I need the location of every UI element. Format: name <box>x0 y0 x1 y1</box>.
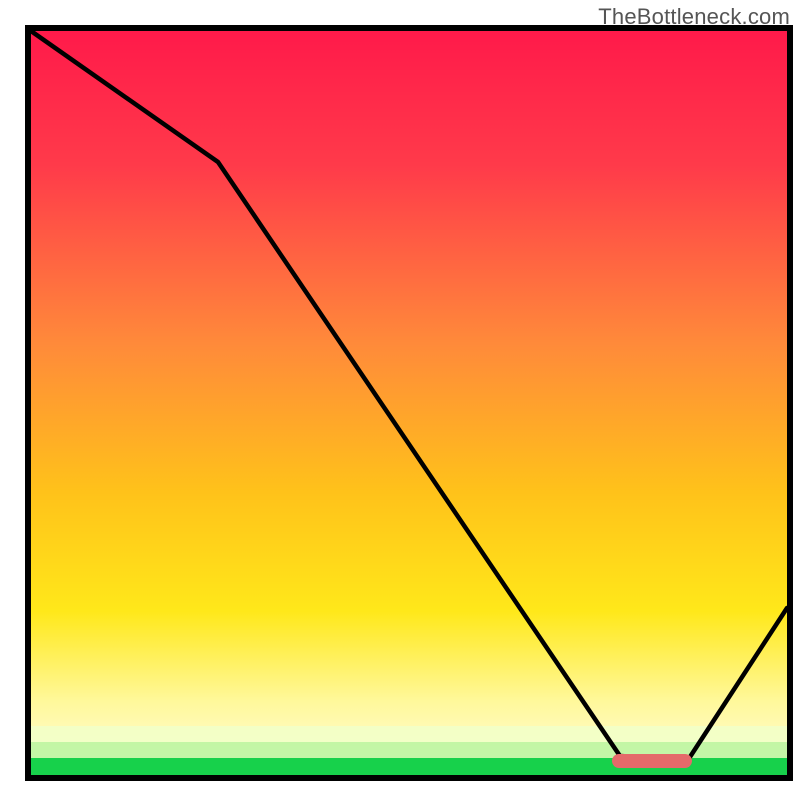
watermark-text: TheBottleneck.com <box>598 4 790 30</box>
gradient-body <box>31 31 787 775</box>
chart-container: TheBottleneck.com <box>0 0 800 800</box>
gradient-curve-chart <box>0 0 800 800</box>
optimal-marker <box>612 754 692 768</box>
pale-yellow-band <box>31 726 787 742</box>
